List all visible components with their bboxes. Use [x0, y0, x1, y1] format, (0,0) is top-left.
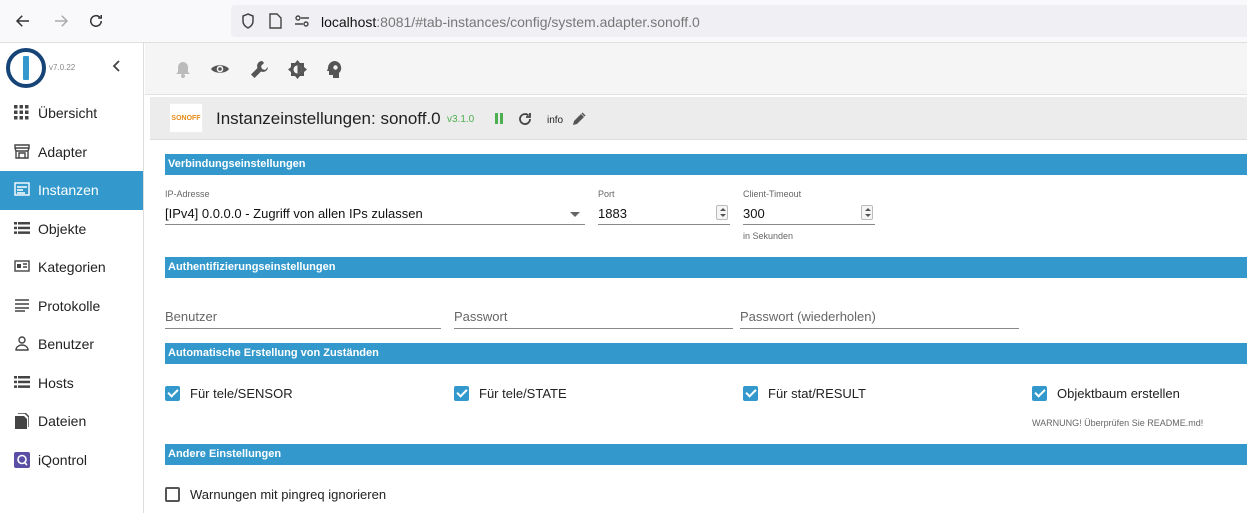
port-stepper-icon[interactable] [716, 205, 728, 220]
eye-icon[interactable] [210, 59, 230, 79]
back-icon[interactable] [12, 10, 34, 32]
instance-version: v3.1.0 [447, 114, 475, 125]
sidebar-item-label: Objekte [38, 220, 87, 237]
reload-page-icon[interactable] [85, 10, 107, 32]
client-timeout-label: Client-Timeout [743, 189, 802, 199]
pingreq-label: Warnungen mit pingreq ignorieren [190, 487, 387, 502]
url-host: localhost [321, 14, 377, 30]
pause-icon[interactable] [493, 113, 505, 125]
sidebar-item-label: Übersicht [38, 105, 98, 121]
page-icon[interactable] [267, 13, 283, 29]
shield-icon[interactable] [240, 13, 256, 29]
hosts-icon [14, 375, 31, 392]
sidebar-item-label: Kategorien [38, 259, 106, 275]
readme-warning: WARNUNG! Überprüfen Sie README.md! [1032, 418, 1204, 428]
sidebar-item-label: Dateien [38, 413, 87, 429]
log-lines-icon [14, 298, 31, 315]
section-other-header: Andere Einstellungen [165, 444, 1247, 465]
sidebar-item-hosts[interactable]: Hosts [0, 364, 143, 403]
address-bar[interactable]: localhost:8081/#tab-instances/config/sys… [231, 5, 1247, 37]
sidebar-item-iqontrol[interactable]: iQontrol [0, 441, 143, 480]
sidebar-item-objekte[interactable]: Objekte [0, 210, 143, 249]
tele-sensor-checkbox[interactable] [165, 386, 180, 401]
sidebar-item-label: Instanzen [38, 182, 99, 198]
pingreq-checkbox[interactable] [165, 487, 180, 502]
forward-icon[interactable] [50, 10, 72, 32]
sidebar-item-benutzer[interactable]: Benutzer [0, 325, 143, 364]
instance-header: SONOFF Instanzeinstellungen: sonoff.0 v3… [150, 97, 1247, 140]
sidebar-item-protokolle[interactable]: Protokolle [0, 287, 143, 326]
brightness-icon[interactable] [287, 59, 307, 79]
info-link[interactable]: info [547, 115, 563, 126]
page-title: Instanzeinstellungen: sonoff.0 [216, 109, 441, 128]
user-icon [14, 336, 31, 353]
sonoff-logo: SONOFF [169, 103, 203, 133]
sidebar-menu: Übersicht Adapter Instanzen Objekte Kate… [0, 94, 143, 479]
port-input[interactable]: 1883 [598, 203, 730, 225]
chevron-left-icon[interactable] [110, 59, 124, 73]
ip-address-label: IP-Adresse [165, 189, 210, 199]
main-toolbar [145, 43, 1247, 95]
instances-icon [14, 182, 31, 199]
tele-state-label: Für tele/STATE [479, 386, 567, 401]
sidebar-item-adapter[interactable]: Adapter [0, 133, 143, 172]
files-icon [14, 412, 31, 430]
list-icon [14, 221, 31, 238]
client-timeout-input[interactable]: 300 [743, 203, 875, 225]
iobroker-logo [6, 48, 46, 88]
sonoff-logo-text: SONOFF [171, 114, 201, 122]
permissions-icon[interactable] [294, 13, 310, 29]
stat-result-label: Für stat/RESULT [768, 386, 867, 401]
sidebar-item-instanzen[interactable]: Instanzen [0, 171, 143, 210]
password-repeat-field[interactable] [740, 305, 1019, 329]
sidebar-item-label: Adapter [38, 143, 88, 160]
categories-icon [14, 259, 31, 276]
sidebar-item-label: Protokolle [38, 297, 101, 314]
tele-state-checkbox[interactable] [454, 386, 469, 401]
bell-icon[interactable] [173, 59, 193, 79]
section-auth-header: Authentifizierungseinstellungen [165, 257, 1247, 278]
dropdown-caret-icon [570, 212, 580, 217]
ip-address-select[interactable]: [IPv4] 0.0.0.0 - Zugriff von allen IPs z… [165, 203, 585, 225]
port-value: 1883 [598, 206, 627, 221]
ip-address-value: [IPv4] 0.0.0.0 - Zugriff von allen IPs z… [165, 206, 423, 221]
timeout-helper-text: in Sekunden [743, 231, 794, 241]
expert-mode-icon[interactable] [325, 59, 345, 79]
stat-result-checkbox[interactable] [743, 386, 758, 401]
reload-icon[interactable] [517, 111, 533, 127]
object-tree-checkbox[interactable] [1032, 386, 1047, 401]
url-text[interactable]: localhost:8081/#tab-instances/config/sys… [321, 14, 700, 30]
username-field[interactable] [165, 305, 441, 329]
timeout-stepper-icon[interactable] [861, 205, 873, 220]
sidebar: v7.0.22 Übersicht Adapter Instanzen Obje… [0, 43, 144, 513]
apps-grid-icon [14, 105, 31, 122]
pencil-icon[interactable] [572, 112, 586, 126]
wrench-icon[interactable] [249, 59, 269, 79]
browser-toolbar: localhost:8081/#tab-instances/config/sys… [0, 0, 1247, 43]
sidebar-item-kategorien[interactable]: Kategorien [0, 248, 143, 287]
url-path: :8081/#tab-instances/config/system.adapt… [376, 14, 700, 30]
sidebar-item-label: Benutzer [38, 336, 95, 352]
iqontrol-icon [14, 451, 31, 469]
app-version: v7.0.22 [49, 63, 76, 72]
store-icon [14, 143, 31, 161]
tele-sensor-label: Für tele/SENSOR [190, 386, 293, 401]
password-field[interactable] [454, 305, 733, 329]
sidebar-item-uebersicht[interactable]: Übersicht [0, 94, 143, 133]
sidebar-item-label: iQontrol [38, 451, 88, 468]
port-label: Port [598, 189, 615, 199]
section-connection-header: Verbindungseinstellungen [165, 154, 1247, 175]
section-auto-header: Automatische Erstellung von Zuständen [165, 343, 1247, 364]
sidebar-item-dateien[interactable]: Dateien [0, 402, 143, 441]
object-tree-label: Objektbaum erstellen [1057, 386, 1180, 401]
client-timeout-value: 300 [743, 206, 765, 221]
sidebar-item-label: Hosts [38, 374, 74, 391]
